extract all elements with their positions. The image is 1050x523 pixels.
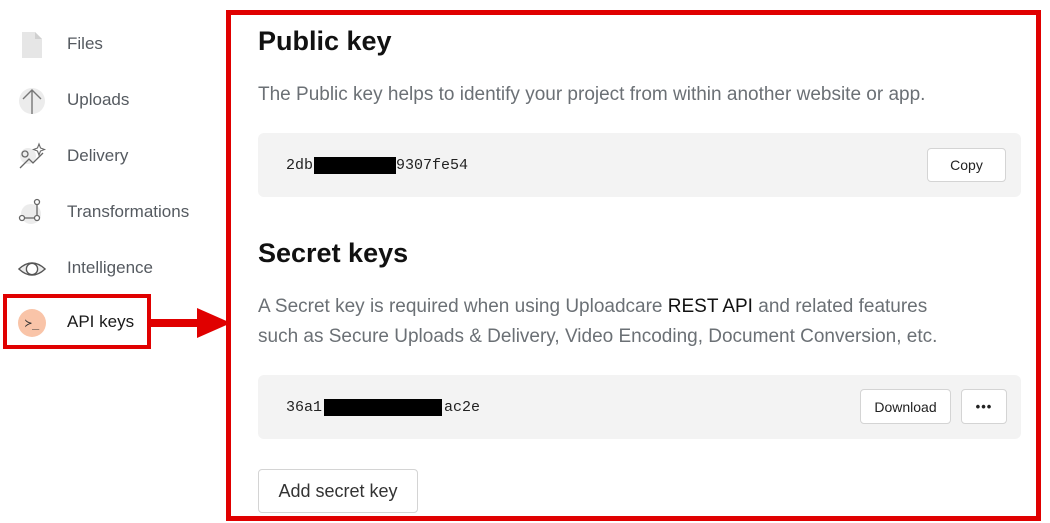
sidebar-item-label: Uploads	[67, 90, 130, 109]
public-key-title: Public key	[258, 26, 392, 56]
transform-nodes-icon	[17, 198, 47, 228]
sidebar-item-label: Delivery	[67, 146, 129, 165]
copy-button[interactable]: Copy	[927, 148, 1006, 182]
eye-icon	[17, 254, 47, 284]
file-icon	[17, 30, 47, 60]
red-arrow-icon	[151, 308, 231, 338]
secret-key-box: 36a1 ac2e Download •••	[258, 375, 1021, 439]
public-key-box: 2db6 9307fe54 Copy	[258, 133, 1021, 197]
sidebar-item-uploads[interactable]: Uploads	[0, 78, 225, 122]
secret-keys-description-line1: A Secret key is required when using Uplo…	[258, 292, 1018, 322]
secret-desc-before: A Secret key is required when using Uplo…	[258, 296, 668, 317]
sidebar-item-label: Transformations	[67, 202, 190, 221]
rest-api-link[interactable]: REST API	[668, 296, 753, 317]
public-key-value: 2db6 9307fe54	[286, 155, 468, 175]
secret-desc-after: and related features	[752, 296, 928, 317]
delivery-sparkle-icon	[17, 142, 47, 172]
download-button[interactable]: Download	[860, 389, 951, 424]
secret-key-prefix: 36a1	[286, 398, 323, 416]
public-key-suffix: 9307fe54	[396, 156, 469, 174]
redaction-bar	[314, 156, 397, 174]
more-options-button[interactable]: •••	[961, 389, 1007, 424]
sidebar-item-delivery[interactable]: Delivery	[0, 134, 225, 178]
sidebar-item-label: Intelligence	[67, 258, 154, 277]
sidebar-highlight-box	[3, 294, 151, 349]
sidebar: Files Uploads Delivery Transformations I…	[0, 0, 225, 523]
sidebar-item-files[interactable]: Files	[0, 22, 225, 66]
secret-keys-description-line2: such as Secure Uploads & Delivery, Video…	[258, 326, 938, 347]
redaction-bar	[324, 398, 443, 416]
secret-keys-title: Secret keys	[258, 238, 409, 268]
upload-arrow-icon	[17, 86, 47, 116]
secret-keys-description: A Secret key is required when using Uplo…	[258, 292, 1018, 352]
sidebar-item-transformations[interactable]: Transformations	[0, 190, 225, 234]
sidebar-item-intelligence[interactable]: Intelligence	[0, 246, 225, 290]
secret-key-suffix: ac2e	[444, 398, 481, 416]
sidebar-item-label: Files	[67, 34, 103, 53]
secret-key-value: 36a1 ac2e	[286, 397, 480, 417]
add-secret-key-button[interactable]: Add secret key	[258, 469, 418, 513]
public-key-description: The Public key helps to identify your pr…	[258, 84, 926, 105]
